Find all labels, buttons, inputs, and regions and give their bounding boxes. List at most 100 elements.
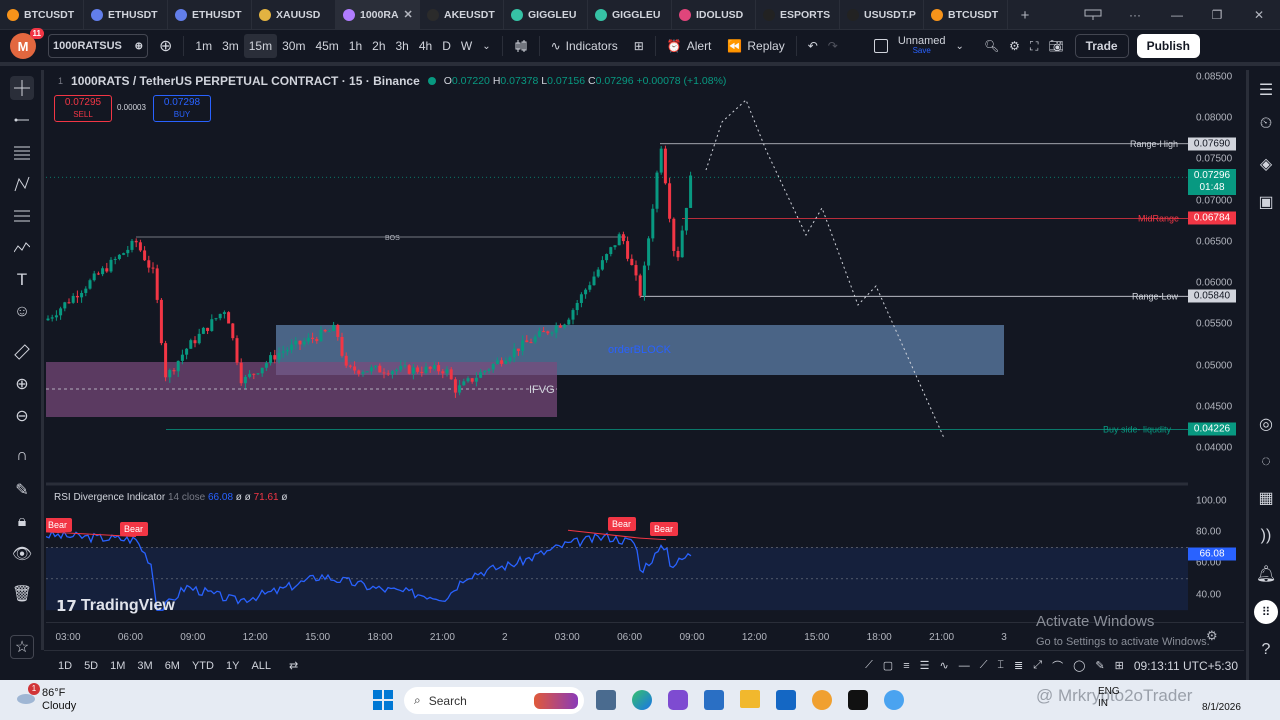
target-icon[interactable]: ◎ bbox=[1254, 412, 1278, 436]
parallel-channel-icon[interactable]: ≣ bbox=[1014, 659, 1023, 672]
favorites-star-icon[interactable]: ☆ bbox=[10, 635, 34, 659]
browser-tab[interactable]: GIGGLEU bbox=[588, 0, 672, 30]
sell-button[interactable]: 0.07295 SELL bbox=[54, 95, 112, 122]
browser-tab[interactable]: ETHUSDT bbox=[84, 0, 168, 30]
watchlist-icon[interactable]: ☰ bbox=[1254, 78, 1278, 102]
app-icon[interactable] bbox=[884, 690, 904, 710]
interval-1m[interactable]: 1m bbox=[190, 34, 217, 58]
pattern-icon[interactable] bbox=[10, 236, 34, 260]
weather-widget[interactable]: 86°F Cloudy bbox=[42, 687, 76, 713]
windows-start-icon[interactable] bbox=[372, 689, 394, 711]
redo-icon[interactable]: ↷ bbox=[823, 34, 843, 58]
ruler-icon[interactable] bbox=[10, 340, 34, 364]
browser-tab[interactable]: 1000RA ✕ bbox=[336, 0, 420, 30]
interval-3h[interactable]: 3h bbox=[391, 34, 414, 58]
layout-icon[interactable] bbox=[1080, 0, 1106, 30]
magnet-icon[interactable]: ∩ bbox=[10, 444, 34, 468]
date-range-icon[interactable]: ⇄ bbox=[283, 659, 304, 672]
checkbox-icon[interactable] bbox=[869, 34, 893, 58]
range-1y[interactable]: 1Y bbox=[220, 660, 245, 672]
compare-add-icon[interactable]: ⊕ bbox=[154, 34, 177, 58]
price-scale[interactable]: 0.08500 0.08000 0.07500 0.07000 0.06500 0.060… bbox=[1188, 70, 1244, 622]
emoji-icon[interactable]: ☺ bbox=[10, 300, 34, 324]
ray-icon[interactable]: ⟋ bbox=[980, 659, 988, 672]
edge-icon[interactable] bbox=[632, 690, 652, 710]
fullscreen-icon[interactable]: ⛶ bbox=[1025, 34, 1043, 58]
text-tool-icon[interactable]: T bbox=[10, 268, 34, 292]
crosshair-icon[interactable] bbox=[10, 76, 34, 100]
camera-icon[interactable]: 📷︎ bbox=[1043, 34, 1068, 58]
range-ytd[interactable]: YTD bbox=[186, 660, 220, 672]
publish-button[interactable]: Publish bbox=[1136, 34, 1200, 58]
trade-button[interactable]: Trade bbox=[1074, 34, 1129, 58]
quick-search-icon[interactable]: 🔍︎ bbox=[979, 34, 1004, 58]
cursor-text-icon[interactable]: ⌶ bbox=[997, 659, 1004, 672]
store-icon[interactable] bbox=[704, 690, 724, 710]
fib-icon[interactable] bbox=[10, 204, 34, 228]
interval-D[interactable]: D bbox=[437, 34, 456, 58]
layers-icon[interactable]: ◈ bbox=[1254, 152, 1278, 176]
browser-tab[interactable]: AKEUSDT bbox=[420, 0, 504, 30]
interval-30m[interactable]: 30m bbox=[277, 34, 310, 58]
task-view-icon[interactable] bbox=[596, 690, 616, 710]
chevron-down-icon[interactable]: ⌄ bbox=[951, 34, 969, 58]
avatar[interactable]: M 11 bbox=[10, 28, 44, 59]
interval-3m[interactable]: 3m bbox=[217, 34, 244, 58]
path-icon[interactable]: ∿ bbox=[940, 659, 949, 672]
curve-icon[interactable]: ⌒ bbox=[1052, 658, 1063, 674]
browser-tab[interactable]: BTCUSDT bbox=[924, 0, 1008, 30]
pencil-lock-icon[interactable]: ✎ bbox=[10, 478, 34, 502]
lock-icon[interactable]: 🔒︎ bbox=[10, 510, 34, 534]
interval-4h[interactable]: 4h bbox=[414, 34, 437, 58]
alert-button[interactable]: ⏰ Alert bbox=[662, 34, 717, 58]
trend-line-icon[interactable]: ⟋ bbox=[865, 659, 873, 672]
browser-tab[interactable]: ETHUSDT bbox=[168, 0, 252, 30]
horizontal-line-icon[interactable]: — bbox=[959, 660, 970, 672]
range-all[interactable]: ALL bbox=[245, 660, 277, 672]
eye-icon[interactable]: 👁︎ bbox=[10, 542, 34, 566]
object-tree-icon[interactable]: ▣ bbox=[1254, 190, 1278, 214]
notifications-bell-icon[interactable]: 🔔︎ bbox=[1254, 562, 1278, 586]
range-5d[interactable]: 5D bbox=[78, 660, 104, 672]
brush-icon[interactable]: ✎ bbox=[1095, 659, 1104, 672]
interval-15m[interactable]: 15m bbox=[243, 34, 278, 58]
range-6m[interactable]: 6M bbox=[159, 660, 186, 672]
long-position-icon[interactable]: ⊞ bbox=[1115, 659, 1124, 672]
interval-dropdown-icon[interactable]: ⌄ bbox=[477, 34, 495, 58]
circle-icon[interactable]: ◯ bbox=[1073, 659, 1085, 672]
range-1d[interactable]: 1D bbox=[52, 660, 78, 672]
weather-cloud-icon[interactable]: 1 bbox=[14, 683, 40, 708]
interval-W[interactable]: W bbox=[456, 34, 477, 58]
settings-gear-icon[interactable]: ⚙ bbox=[1004, 34, 1025, 58]
alerts-clock-icon[interactable]: ⏲ bbox=[1254, 112, 1278, 136]
clock-text[interactable]: 09:13:11 UTC+5:30 bbox=[1134, 659, 1238, 673]
candle-type-icon[interactable] bbox=[509, 34, 533, 58]
interval-45m[interactable]: 45m bbox=[310, 34, 343, 58]
fib-extension-icon[interactable]: ☰ bbox=[920, 659, 930, 672]
streams-icon[interactable]: )) bbox=[1254, 524, 1278, 548]
outlook-icon[interactable] bbox=[776, 690, 796, 710]
undo-icon[interactable]: ↶ bbox=[803, 34, 823, 58]
buy-button[interactable]: 0.07298 BUY bbox=[153, 95, 211, 122]
new-tab-button[interactable]: + bbox=[1015, 0, 1035, 30]
browser-tab[interactable]: XAUUSD bbox=[252, 0, 336, 30]
apps-grid-icon[interactable]: ⠿ bbox=[1254, 600, 1278, 624]
trash-icon[interactable]: 🗑︎ bbox=[10, 582, 34, 606]
symbol-search[interactable]: 1000RATSUS ⊕ bbox=[48, 34, 148, 58]
range-3m[interactable]: 3M bbox=[131, 660, 158, 672]
rectangle-icon[interactable]: ▢ bbox=[883, 659, 893, 672]
browser-tab[interactable]: ESPORTS bbox=[756, 0, 840, 30]
browser-tab[interactable]: BTCUSDT bbox=[0, 0, 84, 30]
arrow-line-icon[interactable]: ⤢ bbox=[1033, 659, 1042, 672]
close-window-button[interactable]: ✕ bbox=[1246, 0, 1272, 30]
calendar-icon[interactable]: ▦ bbox=[1254, 486, 1278, 510]
file-explorer-icon[interactable] bbox=[740, 690, 760, 708]
pitchfork-icon[interactable] bbox=[10, 172, 34, 196]
minimize-button[interactable]: — bbox=[1164, 0, 1190, 30]
indicators-button[interactable]: ∿ Indicators bbox=[546, 34, 623, 58]
trend-line-icon[interactable] bbox=[10, 108, 34, 132]
taskbar-search[interactable]: ⌕ Search bbox=[404, 687, 584, 714]
maximize-button[interactable]: ❐ bbox=[1204, 0, 1230, 30]
browser-tab[interactable]: IDOLUSD bbox=[672, 0, 756, 30]
interval-2h[interactable]: 2h bbox=[367, 34, 390, 58]
